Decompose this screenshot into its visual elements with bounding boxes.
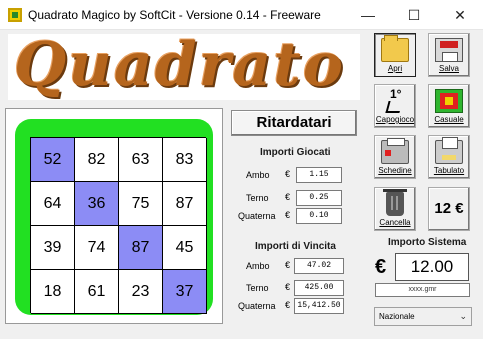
terno-vincita-label: Terno	[246, 283, 269, 293]
ambo-vincita-label: Ambo	[246, 261, 270, 271]
grid-cell[interactable]: 63	[119, 138, 163, 182]
magic-square-panel: 52 82 63 83 64 36 75 87 39 74 87 45 18 61 23 37	[5, 108, 223, 324]
ruota-selected-value: Nazionale	[379, 312, 415, 321]
tabulato-button[interactable]: Tabulato	[428, 135, 470, 179]
grid-cell[interactable]: 74	[75, 226, 119, 270]
terno-giocato-label: Terno	[246, 193, 269, 203]
importo-sistema-title: Importo Sistema	[388, 237, 467, 248]
casuale-button[interactable]: Casuale	[428, 84, 470, 128]
importo-sistema-currency: €	[375, 256, 387, 278]
salva-button[interactable]: Salva	[428, 33, 470, 77]
chevron-down-icon: ⌄	[459, 311, 467, 321]
ambo-vincita-field: 47.02	[294, 258, 344, 274]
quaterna-giocata-field[interactable]: 0.10	[296, 208, 342, 224]
casuale-icon	[435, 89, 463, 113]
grid-cell[interactable]: 61	[75, 270, 119, 314]
ruota-select[interactable]: Nazionale ⌄	[374, 307, 472, 326]
ambo-giocato-label: Ambo	[246, 170, 270, 180]
grid-cell[interactable]: 75	[119, 182, 163, 226]
terno-giocato-field[interactable]: 0.25	[296, 190, 342, 206]
save-icon	[435, 38, 463, 62]
casuale-label: Casuale	[434, 115, 464, 124]
tabulato-printer-icon	[435, 137, 463, 164]
importo-sistema-field: 12.00	[395, 253, 469, 281]
grid-cell[interactable]: 45	[163, 226, 207, 270]
cancella-label: Cancella	[379, 218, 411, 227]
logo-banner: Quadrato Mag	[8, 34, 360, 100]
apri-button[interactable]: Apri	[374, 33, 416, 77]
date-field[interactable]: xxxx.gmr	[375, 283, 470, 297]
maximize-button[interactable]: ☐	[391, 0, 437, 30]
title-bar: Quadrato Magico by SoftCit - Versione 0.…	[0, 0, 483, 30]
grid-cell[interactable]: 52	[31, 138, 75, 182]
quaterna-giocata-currency: €	[285, 210, 291, 220]
apri-label: Apri	[387, 64, 403, 73]
importi-giocati-title: Importi Giocati	[260, 147, 331, 158]
app-icon	[8, 8, 22, 22]
ambo-vincita-currency: €	[285, 260, 291, 270]
tabulato-label: Tabulato	[433, 166, 465, 175]
ambo-giocato-field[interactable]: 1.15	[296, 167, 342, 183]
salva-label: Salva	[438, 64, 459, 73]
grid-cell[interactable]: 83	[163, 138, 207, 182]
terno-vincita-currency: €	[285, 282, 291, 292]
grid-cell[interactable]: 23	[119, 270, 163, 314]
capogioco-icon	[385, 87, 405, 113]
quaterna-vincita-field: 15,412.50	[294, 298, 344, 314]
grid-cell[interactable]: 87	[163, 182, 207, 226]
terno-vincita-field: 425.00	[294, 280, 344, 296]
importi-vincita-title: Importi di Vincita	[255, 241, 336, 252]
grid-cell[interactable]: 64	[31, 182, 75, 226]
window-title: Quadrato Magico by SoftCit - Versione 0.…	[28, 8, 321, 22]
capogioco-button[interactable]: Capogioco	[374, 84, 416, 128]
capogioco-label: Capogioco	[375, 115, 415, 124]
minimize-button[interactable]: —	[345, 0, 391, 30]
quaterna-vincita-currency: €	[285, 300, 291, 310]
quaterna-vincita-label: Quaterna	[238, 301, 276, 311]
trash-icon	[383, 189, 407, 216]
grid-cell[interactable]: 18	[31, 270, 75, 314]
logo-text: Quadrato Mag	[14, 34, 360, 100]
quaterna-giocata-label: Quaterna	[238, 211, 276, 221]
close-button[interactable]: ✕	[437, 0, 483, 30]
terno-giocato-currency: €	[285, 192, 291, 202]
grid-cell[interactable]: 39	[31, 226, 75, 270]
cancella-button[interactable]: Cancella	[374, 187, 416, 231]
magic-square-grid: 52 82 63 83 64 36 75 87 39 74 87 45 18 61 23 37	[30, 137, 207, 314]
euro-amount-button[interactable]: 12 €	[428, 187, 470, 231]
ambo-giocato-currency: €	[285, 169, 291, 179]
folder-open-icon	[381, 35, 409, 62]
grid-cell[interactable]: 37	[163, 270, 207, 314]
grid-cell[interactable]: 36	[75, 182, 119, 226]
main-window: Quadrato Mag 528263836436758739748745186…	[0, 30, 483, 339]
grid-cell[interactable]: 87	[119, 226, 163, 270]
grid-cell[interactable]: 82	[75, 138, 119, 182]
printer-icon	[381, 138, 409, 164]
ritardatari-button[interactable]: Ritardatari	[231, 110, 357, 136]
schedine-button[interactable]: Schedine	[374, 135, 416, 179]
schedine-label: Schedine	[378, 166, 412, 175]
